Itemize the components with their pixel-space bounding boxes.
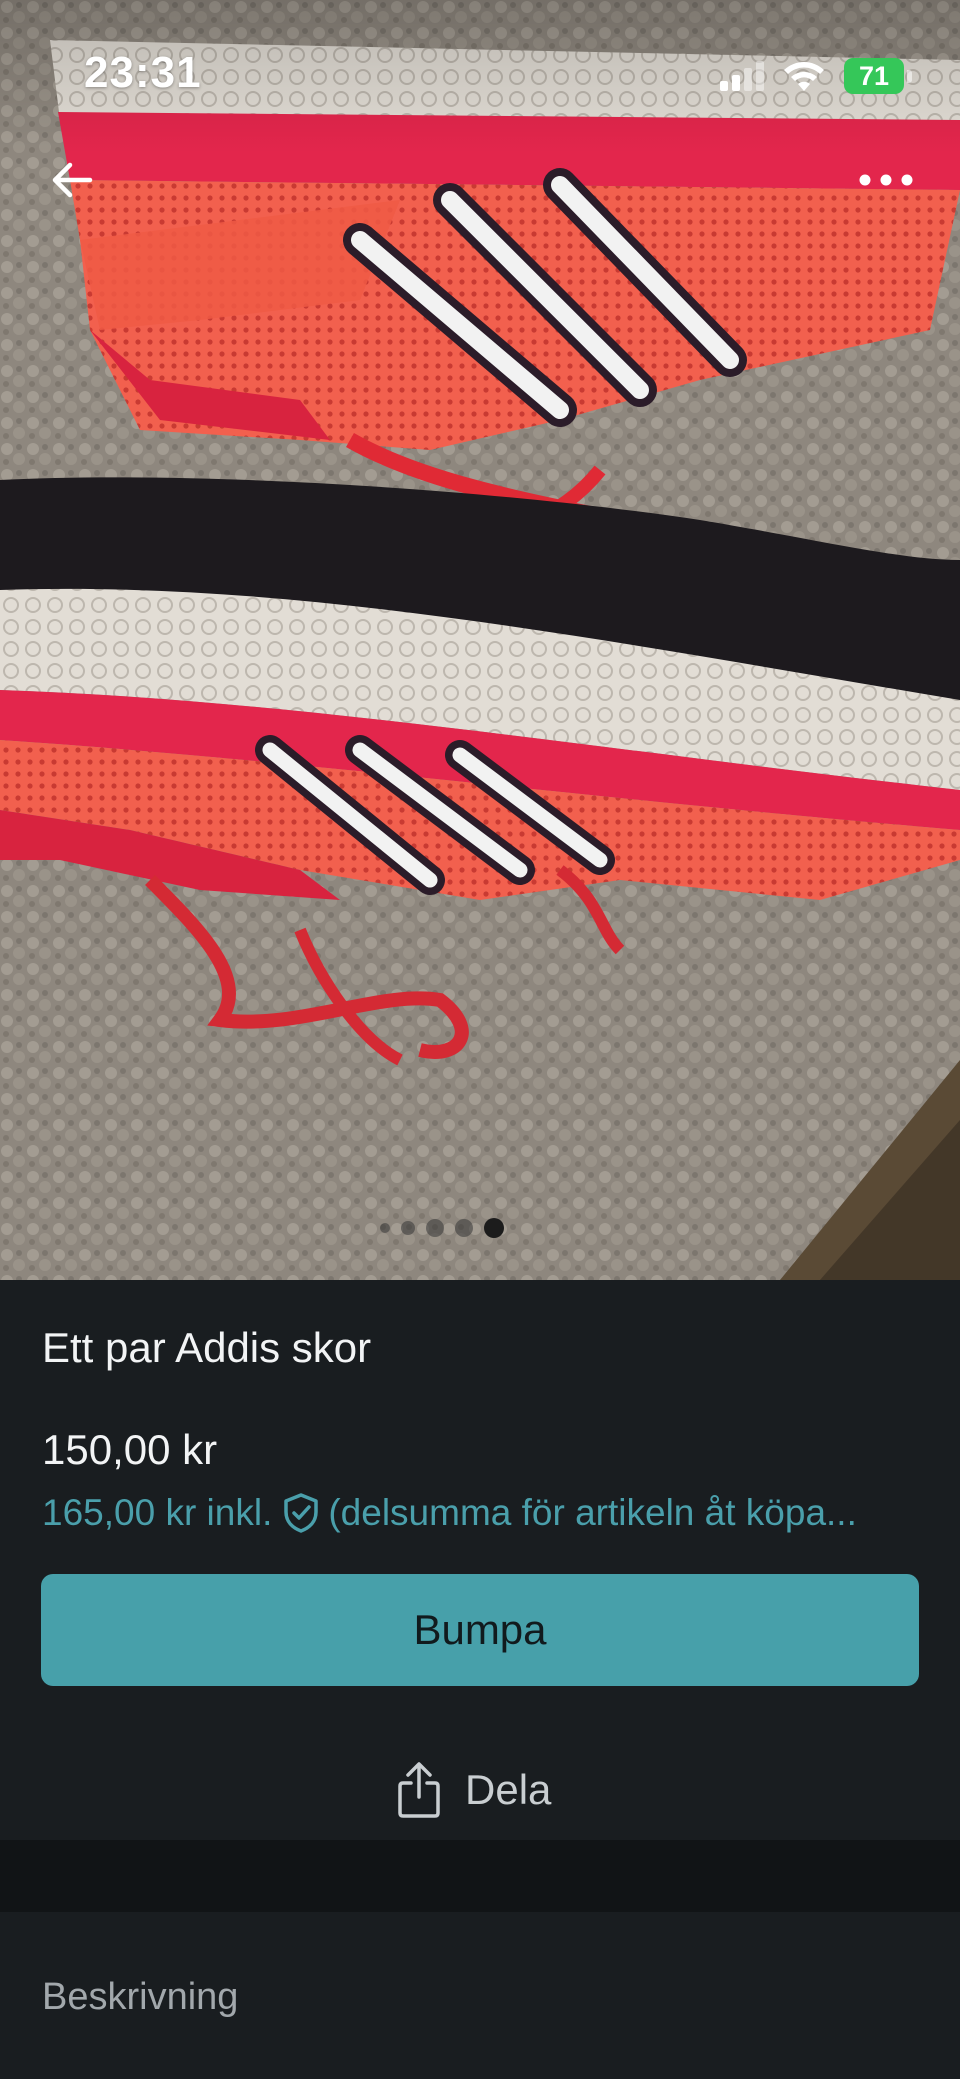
product-photo[interactable]: 23:31 71 <box>0 0 960 1280</box>
share-button[interactable]: Dela <box>395 1752 551 1828</box>
description-heading: Beskrivning <box>42 1976 239 2018</box>
price-incl-amount: 165,00 kr inkl. <box>42 1492 273 1533</box>
listing-title: Ett par Addis skor <box>42 1324 372 1371</box>
buyer-protection-price[interactable]: 165,00 kr inkl. (delsumma för artikeln å… <box>42 1492 922 1534</box>
status-time: 23:31 <box>84 48 202 97</box>
wifi-icon <box>784 62 824 91</box>
price-incl-note: (delsumma för artikeln åt köpa... <box>328 1492 857 1533</box>
bump-button[interactable]: Bumpa <box>41 1574 919 1686</box>
battery-level: 71 <box>844 58 904 94</box>
carousel-dot[interactable] <box>455 1219 473 1237</box>
more-options-button[interactable] <box>848 148 924 212</box>
carousel-dot[interactable] <box>426 1219 444 1237</box>
carousel-dot[interactable] <box>380 1223 390 1233</box>
arrow-left-icon <box>52 162 93 198</box>
carousel-indicator <box>380 1216 504 1240</box>
section-separator <box>0 1840 960 1912</box>
status-icons: 71 <box>718 56 914 96</box>
share-label: Dela <box>465 1766 552 1813</box>
shield-check-icon <box>284 1493 319 1533</box>
carousel-dot-active[interactable] <box>484 1218 504 1238</box>
battery-icon: 71 <box>844 58 914 94</box>
back-button[interactable] <box>40 148 104 212</box>
listing-price: 150,00 kr <box>42 1426 218 1473</box>
cellular-signal-icon <box>720 61 764 91</box>
more-horizontal-icon <box>859 174 913 186</box>
description-section: Beskrivning <box>0 1912 960 2079</box>
battery-cap <box>907 69 912 83</box>
share-icon <box>398 1762 440 1818</box>
listing-page: 23:31 71 Ett par Addis skor 150,00 kr 16… <box>0 0 960 2079</box>
carousel-dot[interactable] <box>401 1221 415 1235</box>
listing-info: Ett par Addis skor 150,00 kr 165,00 kr i… <box>0 1280 960 1840</box>
product-image <box>0 0 960 1280</box>
